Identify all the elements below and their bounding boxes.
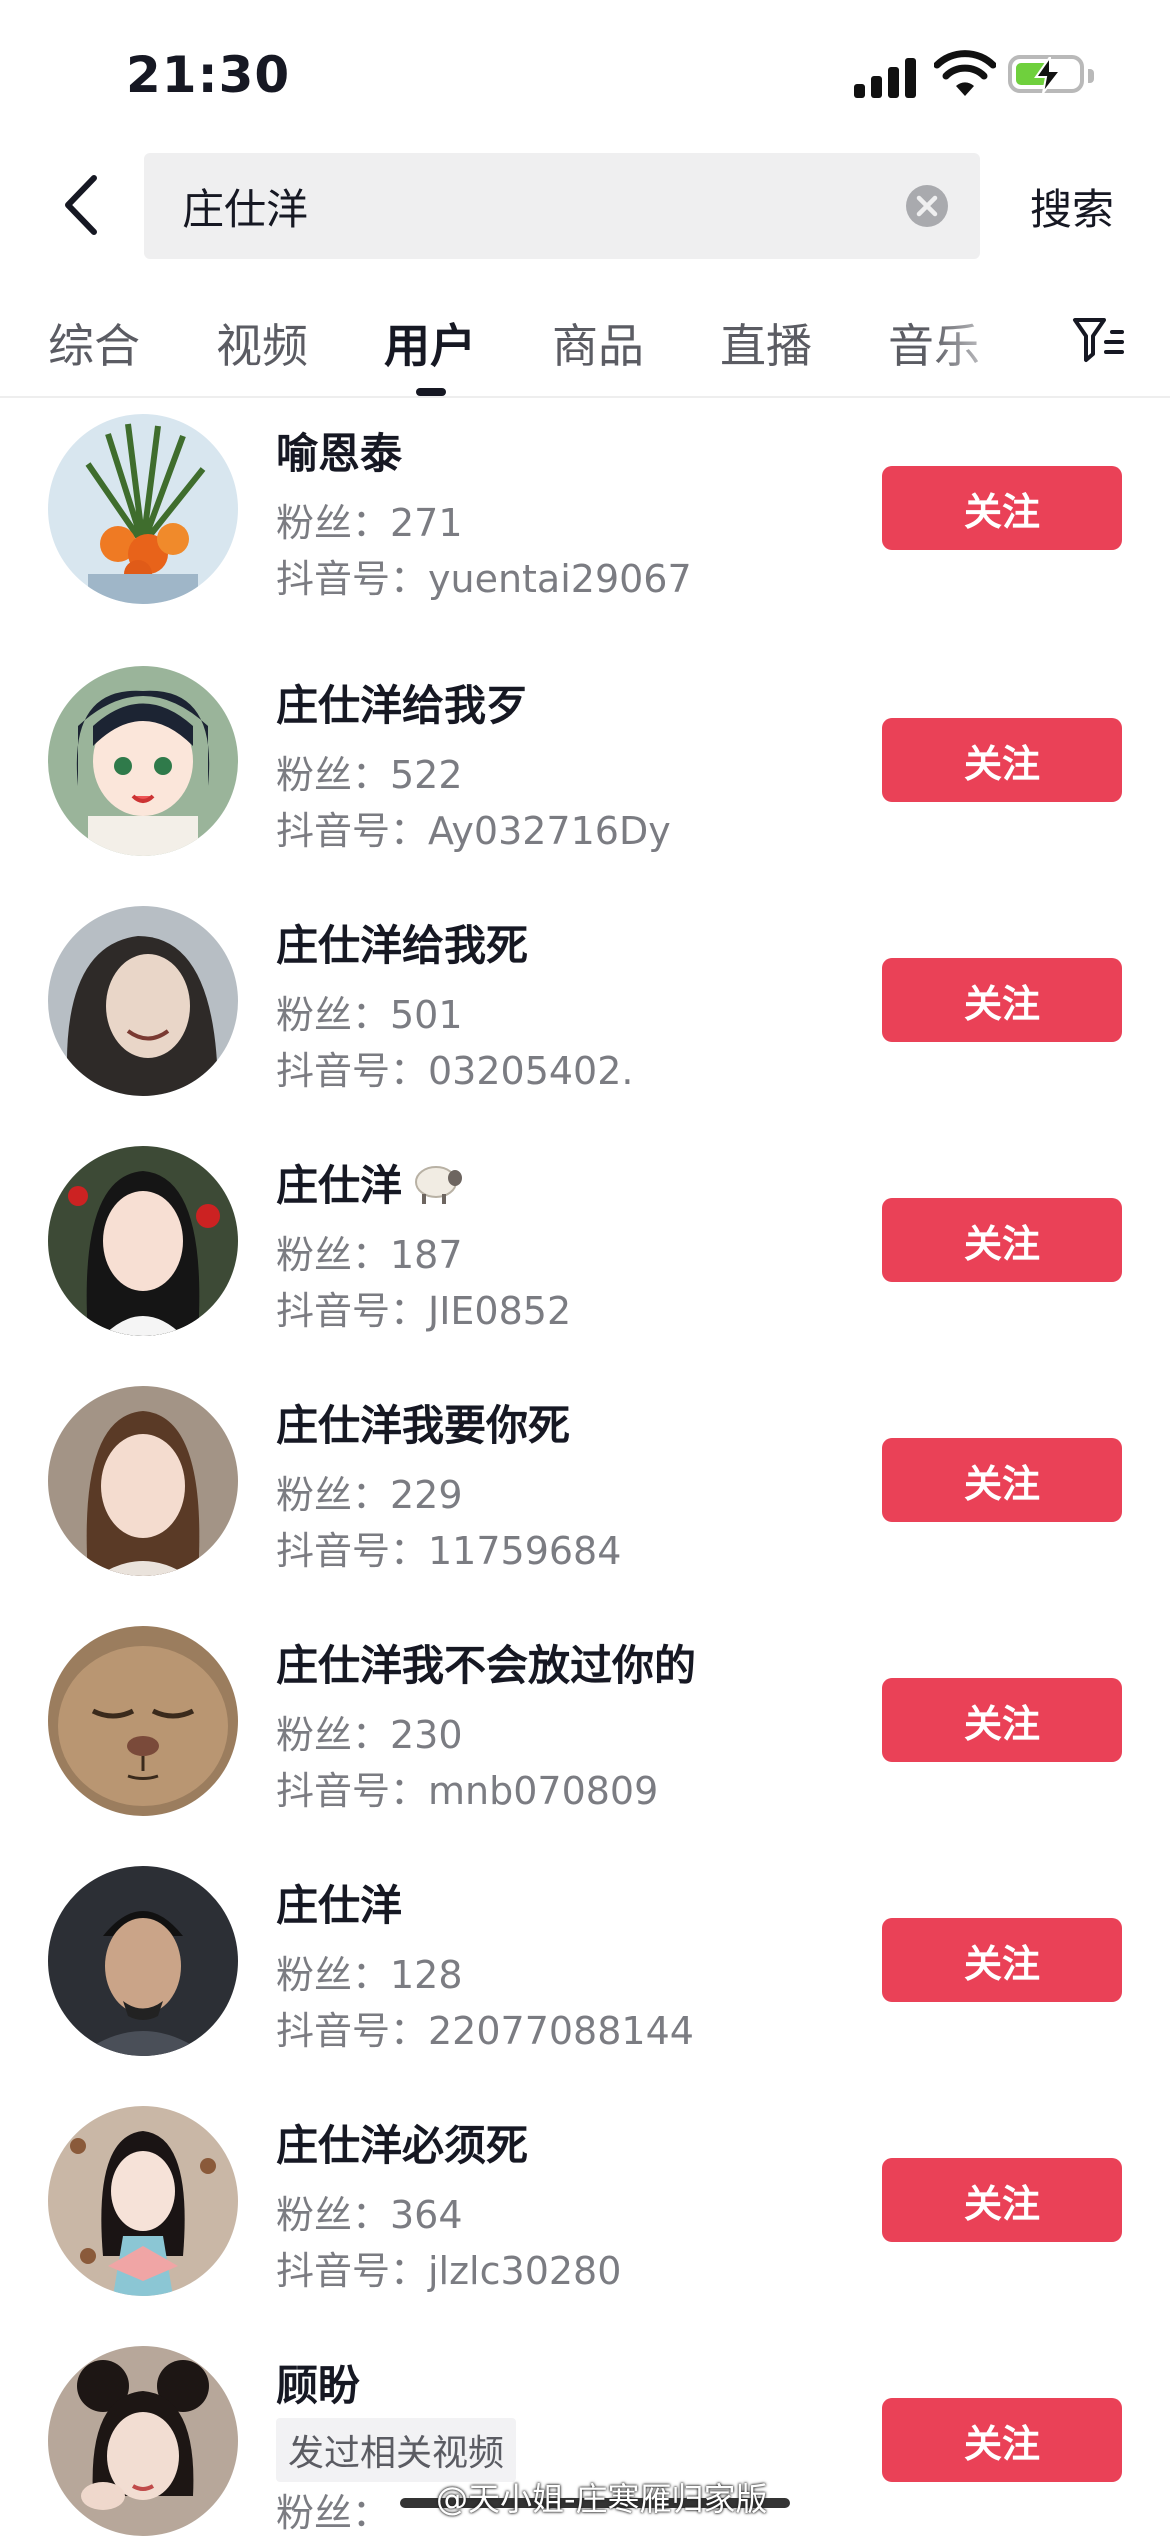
user-name: 喻恩泰 (276, 429, 403, 478)
follow-button[interactable]: 关注 (882, 1678, 1122, 1762)
fans-count: 粉丝：229 (276, 1473, 463, 1517)
tab-live[interactable]: 直播 (720, 310, 812, 376)
user-name: 顾盼 (276, 2361, 361, 2410)
follow-button[interactable]: 关注 (882, 958, 1122, 1042)
fans-count: 粉丝：187 (276, 1233, 463, 1277)
list-item[interactable]: 庄仕洋 粉丝：187 抖音号：JIE0852 关注 (0, 1140, 1170, 1340)
wifi-icon (934, 50, 996, 96)
status-bar: 21:30 (0, 0, 1170, 140)
follow-button[interactable]: 关注 (882, 2158, 1122, 2242)
list-item[interactable]: 庄仕洋给我歹 粉丝：522 抖音号：Ay032716Dy 关注 (0, 660, 1170, 860)
tab-comprehensive[interactable]: 综合 (48, 310, 140, 376)
list-item[interactable]: 庄仕洋我要你死 粉丝：229 抖音号：11759684 关注 (0, 1380, 1170, 1580)
follow-button[interactable]: 关注 (882, 1438, 1122, 1522)
follow-button[interactable]: 关注 (882, 466, 1122, 550)
user-name: 庄仕洋 (276, 1881, 403, 1930)
fans-count: 粉丝：271 (276, 501, 463, 545)
user-name: 庄仕洋给我歹 (276, 681, 529, 730)
douyin-id: 抖音号：11759684 (276, 1529, 622, 1573)
name-fade (520, 672, 670, 732)
follow-button[interactable]: 关注 (882, 1198, 1122, 1282)
follow-button[interactable]: 关注 (882, 1918, 1122, 2002)
user-name: 庄仕洋我要你死 (276, 1401, 571, 1450)
fans-count: 粉丝：128 (276, 1953, 463, 1997)
follow-button[interactable]: 关注 (882, 2398, 1122, 2482)
list-item[interactable]: 喻恩泰 粉丝：271 抖音号：yuentai29067 关注 (0, 408, 1170, 608)
douyin-id: 抖音号：03205402. (276, 1049, 634, 1093)
douyin-id: 抖音号：mnb070809 (276, 1769, 659, 1813)
clear-icon[interactable] (906, 185, 948, 227)
user-name-text: 庄仕洋 (276, 1161, 403, 1210)
avatar[interactable] (48, 414, 238, 604)
user-name: 庄仕洋给我死 (276, 921, 529, 970)
tabs-fade (930, 296, 1040, 392)
user-name: 庄仕洋必须死 (276, 2121, 529, 2170)
status-time: 21:30 (126, 46, 291, 104)
watermark: @天小姐-庄寒雁归家版 (400, 2474, 800, 2518)
douyin-id: 抖音号：jlzlc30280 (276, 2249, 622, 2293)
back-arrow-icon[interactable] (58, 172, 106, 238)
avatar[interactable] (48, 1626, 238, 1816)
avatar[interactable] (48, 666, 238, 856)
list-item[interactable]: 庄仕洋 粉丝：128 抖音号：22077088144 关注 (0, 1860, 1170, 2060)
follow-button[interactable]: 关注 (882, 718, 1122, 802)
avatar[interactable] (48, 2106, 238, 2296)
list-item[interactable]: 庄仕洋必须死 粉丝：364 抖音号：jlzlc30280 关注 (0, 2100, 1170, 2300)
list-item[interactable]: 庄仕洋我不会放过你的 粉丝：230 抖音号：mnb070809 关注 (0, 1620, 1170, 1820)
fans-count: 粉丝：501 (276, 993, 463, 1037)
avatar[interactable] (48, 1866, 238, 2056)
battery-charging-icon (1008, 55, 1094, 93)
fans-count: 粉丝：230 (276, 1713, 463, 1757)
search-button[interactable]: 搜索 (1030, 176, 1114, 237)
watermark-text: @天小姐-庄寒雁归家版 (436, 2480, 768, 2518)
tab-products[interactable]: 商品 (552, 310, 644, 376)
cellular-signal-icon (854, 54, 918, 98)
avatar[interactable] (48, 1146, 238, 1336)
sheep-icon (415, 1166, 463, 1204)
douyin-id: 抖音号：22077088144 (276, 2009, 694, 2053)
result-tabs: 综合 视频 用户 商品 直播 音乐 (0, 296, 1170, 398)
avatar[interactable] (48, 906, 238, 1096)
fans-count: 粉丝：522 (276, 753, 463, 797)
douyin-id: 抖音号：yuentai29067 (276, 557, 692, 601)
tab-users[interactable]: 用户 (384, 310, 476, 376)
fans-count: 粉丝： (276, 2491, 391, 2535)
filter-icon[interactable] (1072, 314, 1124, 366)
tab-videos[interactable]: 视频 (216, 310, 308, 376)
user-name: 庄仕洋我不会放过你的 (276, 1641, 697, 1690)
list-item[interactable]: 庄仕洋给我死 粉丝：501 抖音号：03205402. 关注 (0, 900, 1170, 1100)
user-name: 庄仕洋 (276, 1152, 463, 1213)
search-box[interactable] (144, 153, 980, 259)
douyin-id: 抖音号：JIE0852 (276, 1289, 572, 1333)
douyin-id: 抖音号：Ay032716Dy (276, 809, 671, 853)
fans-count: 粉丝：364 (276, 2193, 463, 2237)
avatar[interactable] (48, 1386, 238, 1576)
active-tab-indicator (416, 388, 446, 396)
avatar[interactable] (48, 2346, 238, 2536)
search-header: 搜索 (0, 150, 1170, 260)
related-video-badge: 发过相关视频 (276, 2418, 517, 2482)
search-input[interactable] (182, 153, 882, 259)
